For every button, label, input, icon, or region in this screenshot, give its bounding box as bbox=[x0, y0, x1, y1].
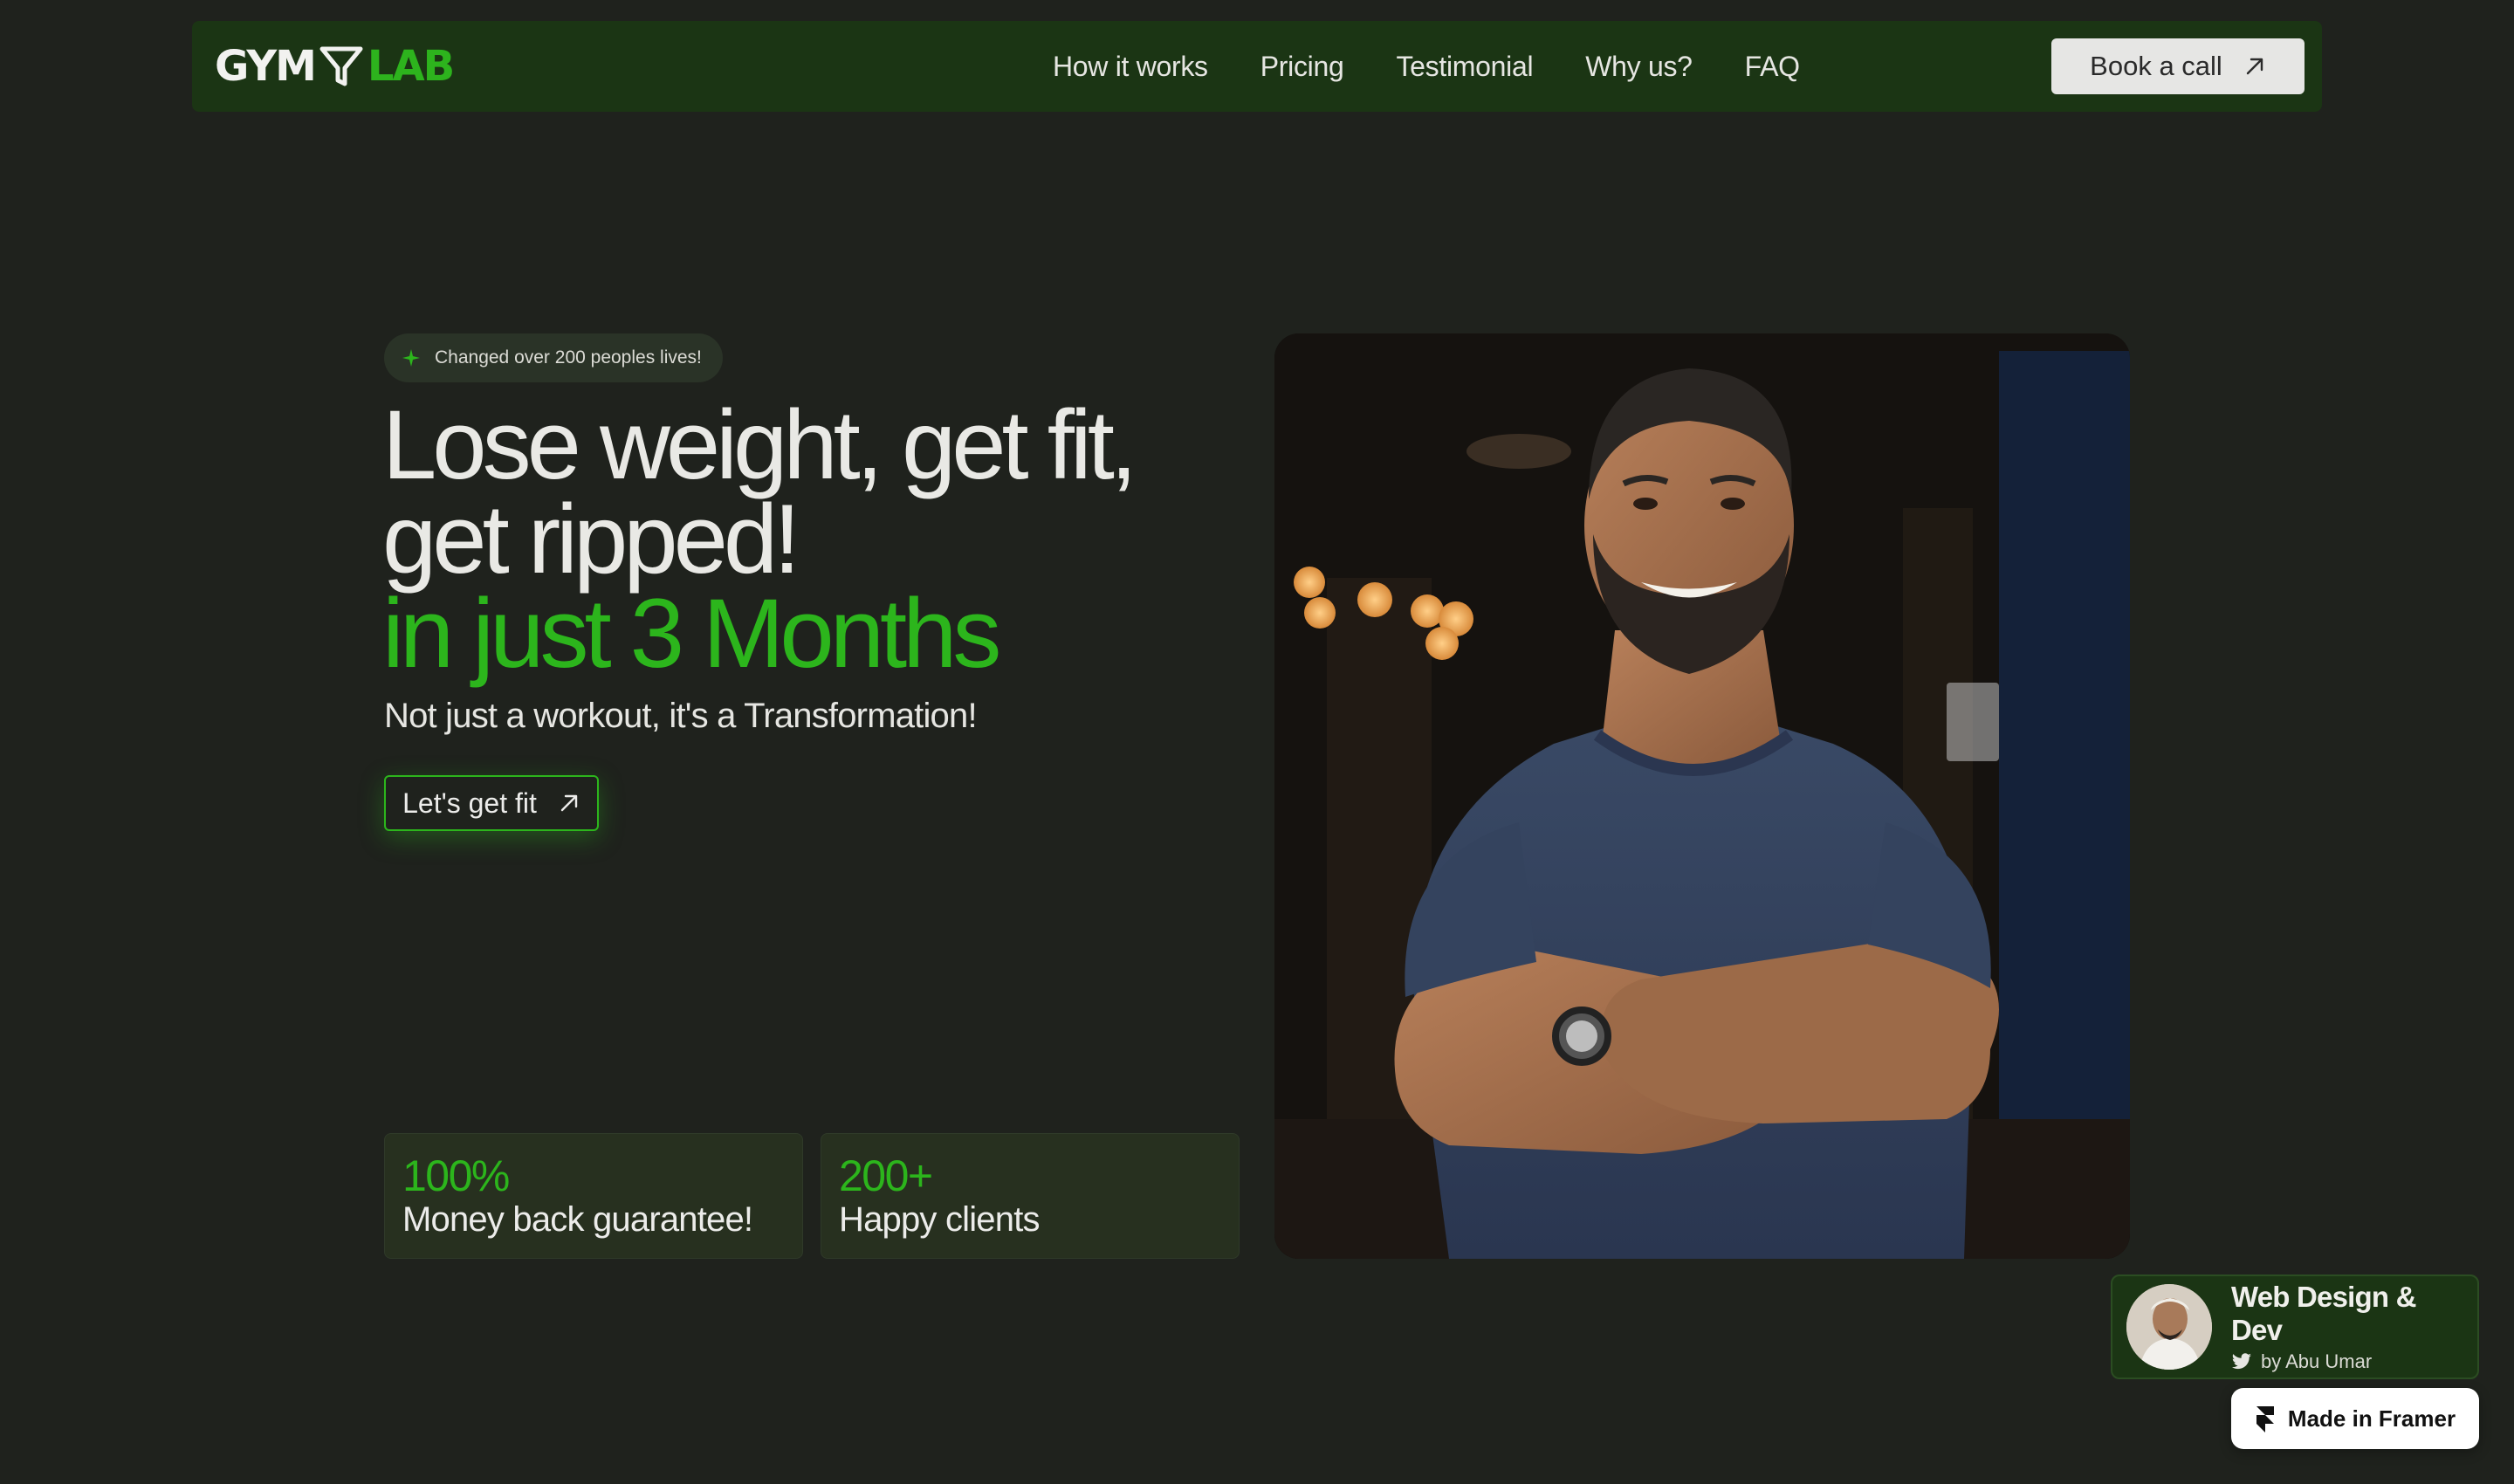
hero-trainer-photo bbox=[1274, 333, 2130, 1259]
stat-card-clients: 200+ Happy clients bbox=[821, 1133, 1240, 1259]
nav-link-pricing[interactable]: Pricing bbox=[1260, 51, 1344, 83]
hero-subheadline: Not just a workout, it's a Transformatio… bbox=[384, 697, 978, 735]
top-navbar: GYM LAB How it works Pricing Testimonial… bbox=[192, 21, 2322, 112]
stat-value: 200+ bbox=[839, 1151, 933, 1200]
lets-get-fit-label: Let's get fit bbox=[402, 787, 537, 819]
book-a-call-button[interactable]: Book a call bbox=[2051, 38, 2304, 94]
twitter-icon bbox=[2232, 1353, 2251, 1370]
creator-credit-card[interactable]: Web Design & Dev by Abu Umar bbox=[2111, 1274, 2479, 1379]
logo-text-lab: LAB bbox=[367, 42, 455, 91]
headline-accent: in just 3 Months bbox=[382, 579, 1001, 688]
made-in-framer-badge[interactable]: Made in Framer bbox=[2231, 1388, 2479, 1449]
creator-text: Web Design & Dev by Abu Umar bbox=[2231, 1281, 2463, 1373]
funnel-icon bbox=[319, 46, 363, 86]
main-nav: How it works Pricing Testimonial Why us?… bbox=[1053, 21, 1800, 112]
gymlab-logo[interactable]: GYM LAB bbox=[215, 40, 455, 93]
nav-link-faq[interactable]: FAQ bbox=[1745, 51, 1800, 83]
trainer-illustration bbox=[1274, 333, 2130, 1259]
stat-value: 100% bbox=[402, 1151, 510, 1200]
nav-link-why-us[interactable]: Why us? bbox=[1585, 51, 1693, 83]
stat-label: Money back guarantee! bbox=[402, 1200, 753, 1239]
arrow-up-right-icon bbox=[560, 794, 578, 812]
creator-byline: by Abu Umar bbox=[2231, 1350, 2463, 1373]
lets-get-fit-button[interactable]: Let's get fit bbox=[384, 775, 599, 831]
stat-card-guarantee: 100% Money back guarantee! bbox=[384, 1133, 803, 1259]
creator-title: Web Design & Dev bbox=[2231, 1281, 2416, 1346]
nav-link-how-it-works[interactable]: How it works bbox=[1053, 51, 1208, 83]
social-proof-badge: Changed over 200 peoples lives! bbox=[384, 333, 723, 382]
hero-headline: Lose weight, get fit, get ripped! in jus… bbox=[382, 390, 1185, 688]
badge-text: Changed over 200 peoples lives! bbox=[435, 347, 702, 368]
logo-text-gym: GYM bbox=[215, 42, 317, 91]
headline-line-1: Lose weight, get fit, bbox=[382, 390, 1137, 499]
sparkle-icon bbox=[402, 349, 420, 367]
creator-byline-text: by Abu Umar bbox=[2261, 1350, 2373, 1372]
nav-link-testimonial[interactable]: Testimonial bbox=[1396, 51, 1533, 83]
arrow-up-right-icon bbox=[2246, 58, 2263, 75]
book-a-call-label: Book a call bbox=[2090, 51, 2222, 81]
avatar-illustration bbox=[2126, 1284, 2212, 1370]
stat-label: Happy clients bbox=[839, 1200, 1041, 1239]
framer-icon bbox=[2256, 1406, 2274, 1432]
headline-line-2: get ripped! bbox=[382, 484, 800, 594]
made-in-framer-label: Made in Framer bbox=[2287, 1405, 2456, 1432]
creator-avatar bbox=[2126, 1284, 2212, 1370]
